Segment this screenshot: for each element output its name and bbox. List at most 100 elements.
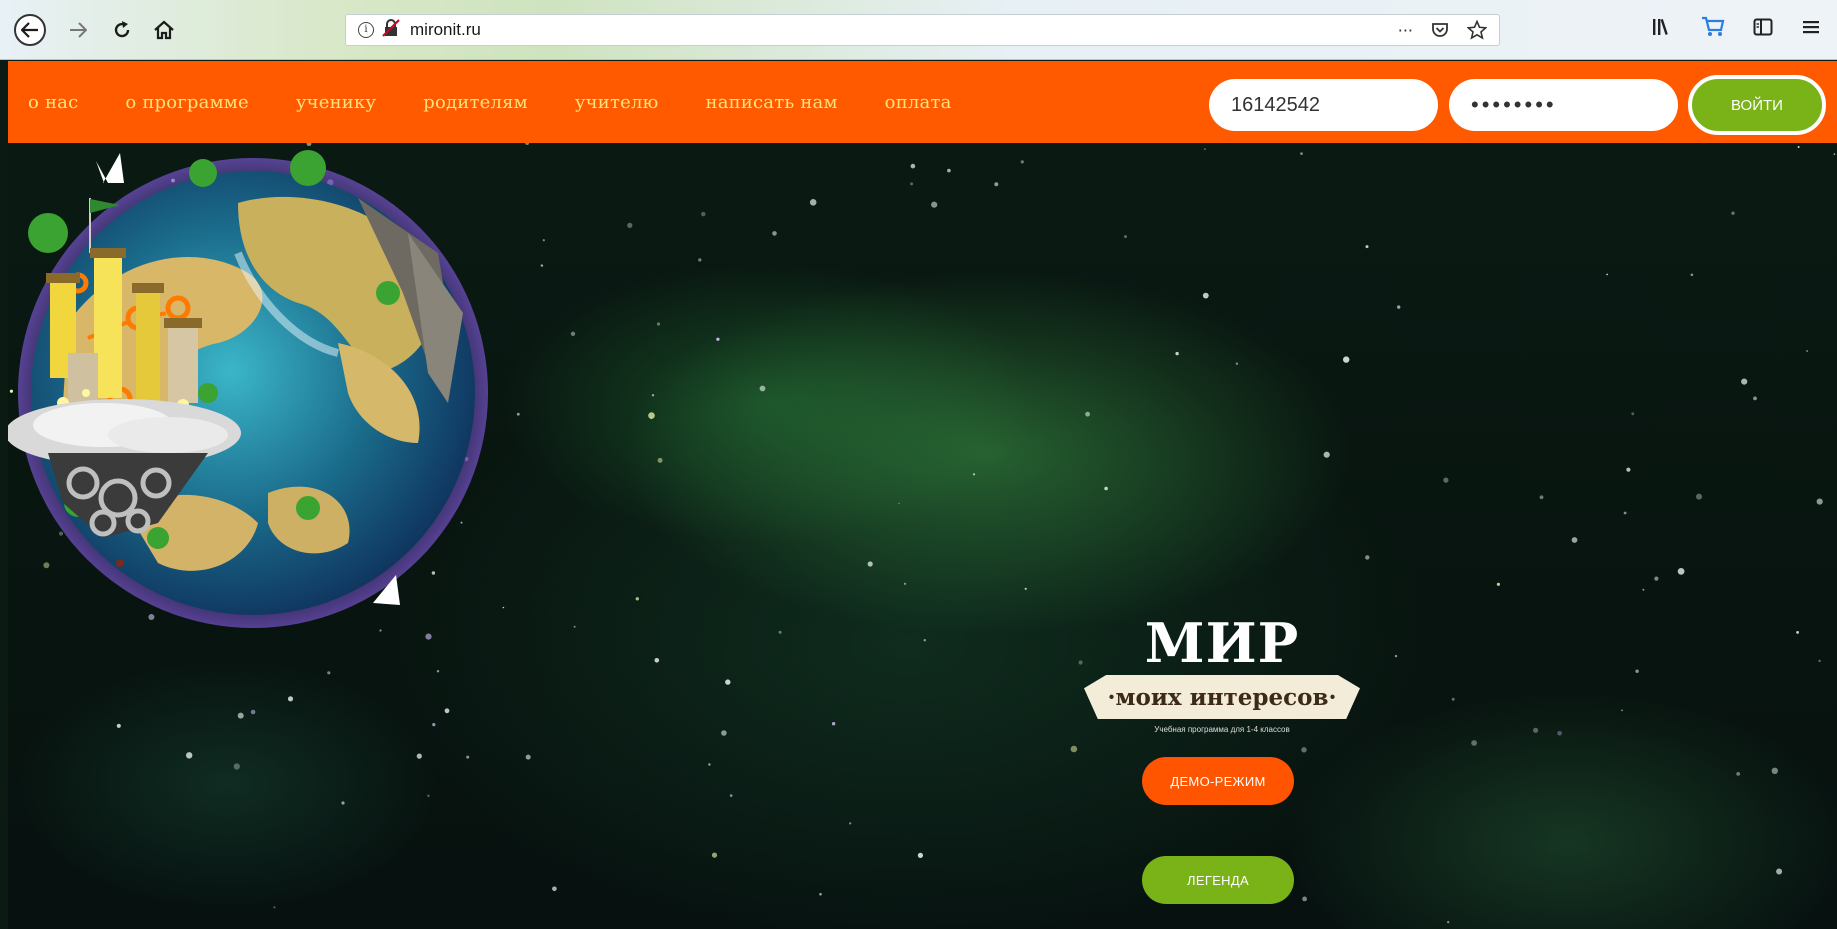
nav-link-contact[interactable]: написать нам — [706, 92, 838, 113]
nav-link-program[interactable]: о программе — [125, 92, 248, 113]
star-dot — [903, 582, 907, 585]
info-icon[interactable]: i — [358, 22, 374, 38]
star-dot — [1753, 396, 1757, 401]
star-dot — [1818, 659, 1821, 663]
star-dot — [1024, 587, 1027, 590]
star-dot — [540, 264, 544, 267]
star-dot — [1642, 588, 1645, 591]
nav-link-about[interactable]: о нас — [28, 92, 78, 113]
reload-button[interactable] — [106, 14, 138, 46]
star-dot — [1365, 245, 1369, 249]
star-dot — [1447, 921, 1450, 924]
more-icon[interactable]: ··· — [1398, 21, 1413, 40]
star-dot — [819, 892, 822, 896]
login-button[interactable]: ВОЙТИ — [1688, 75, 1826, 135]
star-dot — [542, 239, 545, 242]
site-nav: о нас о программе ученику родителям учит… — [8, 61, 1837, 143]
star-dot — [1736, 772, 1741, 776]
star-dot — [1776, 868, 1783, 875]
star-dot — [910, 163, 916, 169]
star-dot — [432, 723, 436, 727]
cart-icon[interactable] — [1701, 16, 1725, 38]
star-dot — [867, 561, 873, 567]
forward-button[interactable] — [62, 14, 94, 46]
nav-link-teacher[interactable]: учителю — [575, 92, 659, 113]
star-dot — [849, 822, 852, 825]
star-dot — [1204, 148, 1206, 150]
star-dot — [341, 801, 345, 805]
star-dot — [698, 258, 702, 262]
demo-mode-button[interactable]: ДЕМО-РЕЖИМ — [1142, 757, 1294, 805]
login-field[interactable] — [1209, 79, 1438, 131]
insecure-lock-icon[interactable] — [382, 19, 400, 41]
legend-button[interactable]: ЛЕГЕНДА — [1142, 856, 1294, 904]
star-dot — [1623, 511, 1627, 515]
star-dot — [525, 143, 530, 145]
browser-toolbar: i mironit.ru ··· — [0, 0, 1837, 60]
star-dot — [1085, 411, 1090, 417]
home-button[interactable] — [148, 14, 180, 46]
star-dot — [570, 331, 576, 336]
star-dot — [1394, 654, 1398, 658]
nav-link-parents[interactable]: родителям — [423, 92, 528, 113]
star-dot — [1621, 709, 1623, 712]
star-dot — [725, 679, 731, 685]
hero-section: МИР ·моих интересов· Учебная программа д… — [8, 143, 1837, 929]
star-dot — [1606, 273, 1608, 276]
library-icon[interactable] — [1651, 17, 1673, 37]
star-dot — [1731, 211, 1735, 215]
star-dot — [416, 753, 422, 759]
star-dot — [654, 658, 660, 663]
star-dot — [635, 597, 639, 601]
star-dot — [327, 671, 331, 675]
star-dot — [1343, 356, 1350, 363]
pocket-icon[interactable] — [1431, 21, 1449, 39]
star-dot — [947, 168, 951, 173]
star-dot — [721, 730, 727, 736]
url-text[interactable]: mironit.ru — [410, 20, 481, 40]
url-bar[interactable]: i mironit.ru ··· — [345, 14, 1500, 46]
sidebar-icon[interactable] — [1753, 18, 1773, 36]
logo-title: МИР — [1144, 611, 1300, 675]
site-logo: МИР ·моих интересов· Учебная программа д… — [1072, 613, 1372, 773]
star-dot — [972, 473, 976, 476]
star-dot — [1235, 362, 1239, 365]
star-dot — [898, 502, 900, 505]
back-button[interactable] — [14, 14, 46, 46]
star-dot — [573, 625, 576, 628]
star-icon[interactable] — [1467, 20, 1487, 40]
star-dot — [1677, 568, 1685, 575]
star-dot — [502, 606, 505, 609]
star-dot — [1302, 896, 1307, 902]
star-dot — [657, 457, 663, 463]
star-dot — [1690, 273, 1694, 277]
star-dot — [931, 201, 938, 208]
star-dot — [1124, 235, 1127, 239]
star-dot — [917, 852, 924, 859]
password-field[interactable] — [1449, 79, 1678, 131]
star-dot — [759, 385, 766, 392]
star-dot — [552, 886, 557, 892]
star-dot — [466, 755, 470, 759]
star-dot — [1797, 146, 1800, 148]
star-dot — [237, 712, 244, 719]
star-dot — [648, 412, 655, 419]
star-dot — [1104, 486, 1108, 491]
nav-link-student[interactable]: ученику — [296, 92, 376, 113]
star-dot — [1796, 631, 1799, 634]
star-dot — [627, 222, 633, 228]
star-dot — [1020, 160, 1024, 164]
nav-link-payment[interactable]: оплата — [885, 92, 952, 113]
star-dot — [708, 763, 711, 766]
star-dot — [1654, 576, 1659, 581]
star-dot — [1539, 495, 1544, 500]
star-dot — [1771, 767, 1779, 774]
home-icon — [154, 20, 174, 40]
star-dot — [923, 639, 926, 642]
menu-icon[interactable] — [1801, 18, 1821, 36]
nav-links: о нас о программе ученику родителям учит… — [28, 61, 999, 143]
star-dot — [1471, 740, 1477, 746]
star-dot — [1816, 498, 1823, 505]
url-actions: ··· — [1398, 18, 1487, 42]
star-dot — [1557, 731, 1562, 736]
